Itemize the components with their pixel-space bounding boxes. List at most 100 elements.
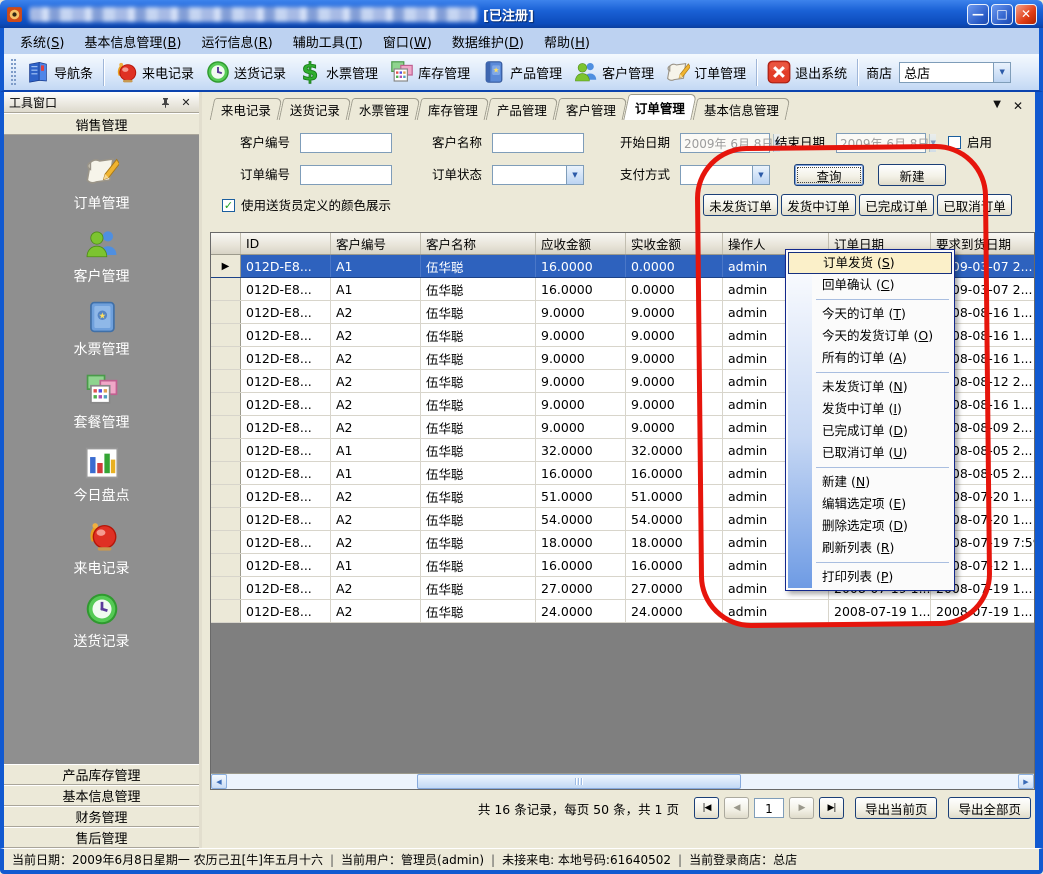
close-button[interactable]: ✕ [1015,4,1037,25]
horizontal-scrollbar[interactable]: ◀ ▶ [211,773,1034,789]
context-menu-item-U-10[interactable]: 已取消订单 (U) [788,442,952,464]
row-selector[interactable] [211,577,241,599]
status-button-2[interactable]: 已完成订单 [859,194,934,216]
row-selector[interactable] [211,508,241,530]
menu-item-W[interactable]: 窗口(W) [373,29,442,54]
end-date-picker[interactable]: 2009年 6月 8日 ▼ [836,133,926,153]
export-current-page-button[interactable]: 导出当前页 [855,797,938,819]
maximize-button[interactable]: □ [991,4,1013,25]
scrollbar-thumb[interactable] [417,774,741,789]
row-selector[interactable] [211,462,241,484]
menu-item-B[interactable]: 基本信息管理(B) [74,29,191,54]
context-menu-item-I-8[interactable]: 发货中订单 (I) [788,398,952,420]
row-selector[interactable] [211,416,241,438]
tab-水票管理[interactable]: 水票管理 [348,98,421,120]
chevron-down-icon[interactable]: ▼ [993,63,1010,82]
color-display-checkbox[interactable]: ✓ [222,199,235,212]
start-date-picker[interactable]: 2009年 6月 8日 ▼ [680,133,770,153]
row-selector[interactable] [211,324,241,346]
menu-item-R[interactable]: 运行信息(R) [192,29,283,54]
context-menu-item-R-15[interactable]: 刷新列表 (R) [788,537,952,559]
row-selector[interactable] [211,600,241,622]
row-selector[interactable] [211,531,241,553]
grid-header-客户编号[interactable]: 客户编号 [331,233,421,254]
context-menu-item-O-4[interactable]: 今天的发货订单 (O) [788,325,952,347]
row-selector[interactable] [211,393,241,415]
context-menu-item-N-12[interactable]: 新建 (N) [788,471,952,493]
chevron-down-icon[interactable]: ▼ [929,134,935,152]
toolbar-drag-handle[interactable] [11,59,16,85]
context-menu-item-A-5[interactable]: 所有的订单 (A) [788,347,952,369]
toolbar-button-product-book[interactable]: ★产品管理 [476,57,568,87]
toolbar-button-clock[interactable]: 送货记录 [200,57,292,87]
row-selector[interactable] [211,439,241,461]
context-menu-item-T-3[interactable]: 今天的订单 (T) [788,303,952,325]
first-page-button[interactable]: |◀ [694,797,719,819]
status-button-1[interactable]: 发货中订单 [781,194,856,216]
pin-icon[interactable] [157,95,173,109]
context-menu-item-S-0[interactable]: 订单发货 (S) [788,252,952,274]
toolbar-button-order-pen[interactable]: 订单管理 [660,57,752,87]
tab-送货记录[interactable]: 送货记录 [279,98,352,120]
close-icon[interactable]: ✕ [178,95,194,109]
next-page-button[interactable]: ▶ [789,797,814,819]
scrollbar-track[interactable] [227,774,1018,789]
toolbar-button-calendar[interactable]: 库存管理 [384,57,476,87]
customer-no-input[interactable] [300,133,392,153]
status-button-3[interactable]: 已取消订单 [937,194,1012,216]
pay-method-combobox[interactable]: ▼ [680,165,770,185]
last-page-button[interactable]: ▶| [819,797,844,819]
sidebar-group-button-1[interactable]: 基本信息管理 [4,785,199,806]
row-selector[interactable] [211,347,241,369]
shop-combobox[interactable]: 总店 ▼ [899,62,1011,83]
sidebar-item-order-pen[interactable]: 订单管理 [4,147,199,220]
toolbar-button-dollar[interactable]: $水票管理 [292,57,384,87]
toolbar-button-exit[interactable]: 退出系统 [761,57,853,87]
toolbar-button-nav-book[interactable]: 导航条 [20,57,99,87]
new-button[interactable]: 新建 [878,164,946,186]
query-button[interactable]: 查询 [794,164,864,186]
context-menu-item-D-9[interactable]: 已完成订单 (D) [788,420,952,442]
tab-基本信息管理[interactable]: 基本信息管理 [693,98,791,120]
grid-header-实收金额[interactable]: 实收金额 [626,233,723,254]
chevron-down-icon[interactable]: ▼ [566,166,583,184]
enable-checkbox[interactable] [948,136,961,149]
tab-来电记录[interactable]: 来电记录 [210,98,283,120]
sidebar-group-button-3[interactable]: 售后管理 [4,827,199,848]
scroll-left-icon[interactable]: ◀ [211,774,227,789]
menu-item-S[interactable]: 系统(S) [10,29,74,54]
menu-item-H[interactable]: 帮助(H) [534,29,600,54]
sidebar-item-bell[interactable]: 来电记录 [4,512,199,585]
tab-库存管理[interactable]: 库存管理 [417,98,490,120]
sidebar-item-customers[interactable]: 客户管理 [4,220,199,293]
context-menu-item-C-1[interactable]: 回单确认 (C) [788,274,952,296]
order-no-input[interactable] [300,165,392,185]
grid-header-客户名称[interactable]: 客户名称 [421,233,536,254]
prev-page-button[interactable]: ◀ [724,797,749,819]
sidebar-item-calendar[interactable]: 套餐管理 [4,366,199,439]
row-selector[interactable]: ▶ [211,255,241,277]
sidebar-item-chart[interactable]: 今日盘点 [4,439,199,512]
sidebar-group-button-0[interactable]: 产品库存管理 [4,764,199,785]
row-selector[interactable] [211,278,241,300]
tab-客户管理[interactable]: 客户管理 [555,98,628,120]
chevron-down-icon[interactable]: ▼ [752,166,769,184]
row-selector[interactable] [211,485,241,507]
sidebar-item-water-card[interactable]: ★水票管理 [4,293,199,366]
grid-header-ID[interactable]: ID [241,233,331,254]
toolbar-button-bell[interactable]: 来电记录 [108,57,200,87]
order-status-combobox[interactable]: ▼ [492,165,584,185]
sidebar-group-sales[interactable]: 销售管理 [4,113,199,135]
context-menu-item-P-17[interactable]: 打印列表 (P) [788,566,952,588]
customer-name-input[interactable] [492,133,584,153]
row-selector[interactable] [211,301,241,323]
tab-list-dropdown-icon[interactable]: ▼ [993,99,1001,113]
table-row[interactable]: 012D-E8...A2伍华聪24.000024.0000admin2008-0… [211,600,1034,623]
tab-产品管理[interactable]: 产品管理 [486,98,559,120]
context-menu-item-D-14[interactable]: 删除选定项 (D) [788,515,952,537]
tab-close-icon[interactable]: ✕ [1013,99,1023,113]
menu-item-T[interactable]: 辅助工具(T) [283,29,373,54]
grid-header-应收金额[interactable]: 应收金额 [536,233,626,254]
page-number-input[interactable]: 1 [754,798,784,818]
sidebar-item-clock[interactable]: 送货记录 [4,585,199,658]
